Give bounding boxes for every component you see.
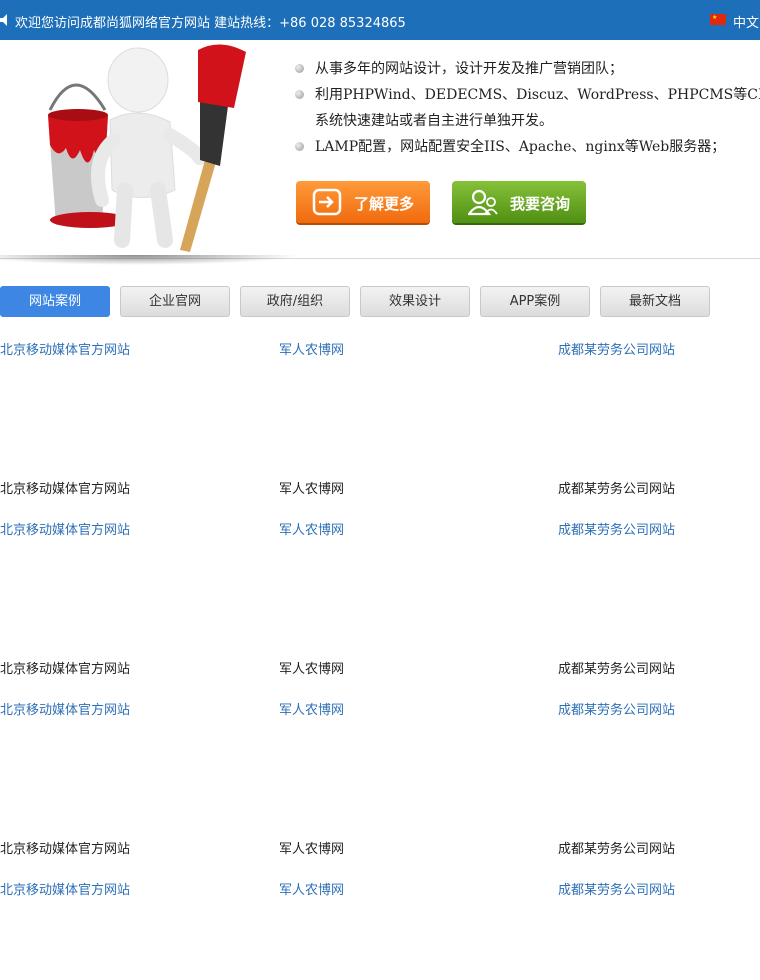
tab-website-cases[interactable]: 网站案例 bbox=[0, 286, 110, 317]
case-link[interactable]: 成都某劳务公司网站 bbox=[558, 699, 675, 718]
user-contact-icon bbox=[468, 189, 498, 216]
case-link[interactable]: 成都某劳务公司网站 bbox=[558, 339, 675, 358]
banner-shadow bbox=[0, 255, 300, 265]
hero-banner: 从事多年的网站设计，设计开发及推广营销团队； 利用PHPWind、DEDECMS… bbox=[0, 40, 760, 265]
case-caption: 军人农博网 bbox=[279, 482, 345, 497]
case-link[interactable]: 成都某劳务公司网站 bbox=[558, 879, 675, 898]
case-link[interactable]: 北京移动媒体官方网站 bbox=[0, 699, 130, 718]
feature-item-continuation: 系统快速建站或者自主进行单独开发。 bbox=[315, 113, 553, 129]
case-link[interactable]: 成都某劳务公司网站 bbox=[558, 519, 675, 538]
feature-item: LAMP配置，网站配置安全IIS、Apache、nginx等Web服务器； bbox=[295, 134, 760, 160]
case-link[interactable]: 北京移动媒体官方网站 bbox=[0, 339, 130, 358]
case-caption: 成都某劳务公司网站 bbox=[558, 482, 676, 497]
top-bar: 欢迎您访问成都尚狐网络官方网站 建站热线：+86 028 85324865 ★ … bbox=[0, 0, 760, 40]
painter-illustration bbox=[48, 44, 246, 252]
feature-item: 从事多年的网站设计，设计开发及推广营销团队； bbox=[295, 56, 760, 82]
case-caption-row: 北京移动媒体官方网站 军人农博网 成都某劳务公司网站 bbox=[0, 478, 760, 497]
case-link-row: 北京移动媒体官方网站 军人农博网 成都某劳务公司网站 bbox=[0, 339, 760, 358]
china-flag-icon[interactable]: ★ bbox=[710, 14, 726, 25]
case-caption: 北京移动媒体官方网站 bbox=[0, 662, 131, 677]
bullet-icon bbox=[295, 90, 304, 99]
case-link-row: 北京移动媒体官方网站 军人农博网 成都某劳务公司网站 bbox=[0, 699, 760, 718]
case-caption-row: 北京移动媒体官方网站 军人农博网 成都某劳务公司网站 bbox=[0, 658, 760, 677]
feature-item: 利用PHPWind、DEDECMS、Discuz、WordPress、PHPCM… bbox=[295, 82, 760, 108]
tab-design[interactable]: 效果设计 bbox=[360, 286, 470, 317]
speaker-icon bbox=[0, 14, 7, 26]
learn-more-label: 了解更多 bbox=[354, 195, 415, 213]
tab-latest-docs[interactable]: 最新文档 bbox=[600, 286, 710, 317]
tab-enterprise-sites[interactable]: 企业官网 bbox=[120, 286, 230, 317]
case-link[interactable]: 军人农博网 bbox=[279, 879, 344, 898]
case-link-row: 北京移动媒体官方网站 军人农博网 成都某劳务公司网站 bbox=[0, 879, 760, 898]
category-tabs: 网站案例 企业官网 政府/组织 效果设计 APP案例 最新文档 bbox=[0, 286, 760, 318]
case-link[interactable]: 北京移动媒体官方网站 bbox=[0, 519, 130, 538]
case-caption: 军人农博网 bbox=[279, 662, 345, 677]
bullet-icon bbox=[295, 142, 304, 151]
welcome-text: 欢迎您访问成都尚狐网络官方网站 建站热线：+86 028 85324865 bbox=[15, 16, 406, 31]
case-link[interactable]: 军人农博网 bbox=[279, 699, 344, 718]
consult-label: 我要咨询 bbox=[510, 195, 571, 213]
case-caption: 成都某劳务公司网站 bbox=[558, 842, 676, 857]
case-link-row: 北京移动媒体官方网站 军人农博网 成都某劳务公司网站 bbox=[0, 519, 760, 538]
language-link[interactable]: 中文 bbox=[733, 12, 759, 31]
learn-more-button[interactable]: 了解更多 bbox=[296, 181, 430, 223]
case-caption: 成都某劳务公司网站 bbox=[558, 662, 676, 677]
enter-arrow-icon bbox=[312, 188, 342, 216]
tab-government[interactable]: 政府/组织 bbox=[240, 286, 350, 317]
case-caption-row: 北京移动媒体官方网站 军人农博网 成都某劳务公司网站 bbox=[0, 838, 760, 857]
consult-button[interactable]: 我要咨询 bbox=[452, 181, 586, 223]
case-link[interactable]: 军人农博网 bbox=[279, 519, 344, 538]
feature-list: 从事多年的网站设计，设计开发及推广营销团队； 利用PHPWind、DEDECMS… bbox=[295, 56, 760, 160]
case-link[interactable]: 北京移动媒体官方网站 bbox=[0, 879, 130, 898]
case-caption: 北京移动媒体官方网站 bbox=[0, 482, 131, 497]
case-caption: 北京移动媒体官方网站 bbox=[0, 842, 131, 857]
tab-app-cases[interactable]: APP案例 bbox=[480, 286, 590, 317]
bullet-icon bbox=[295, 64, 304, 73]
case-link[interactable]: 军人农博网 bbox=[279, 339, 344, 358]
case-caption: 军人农博网 bbox=[279, 842, 345, 857]
